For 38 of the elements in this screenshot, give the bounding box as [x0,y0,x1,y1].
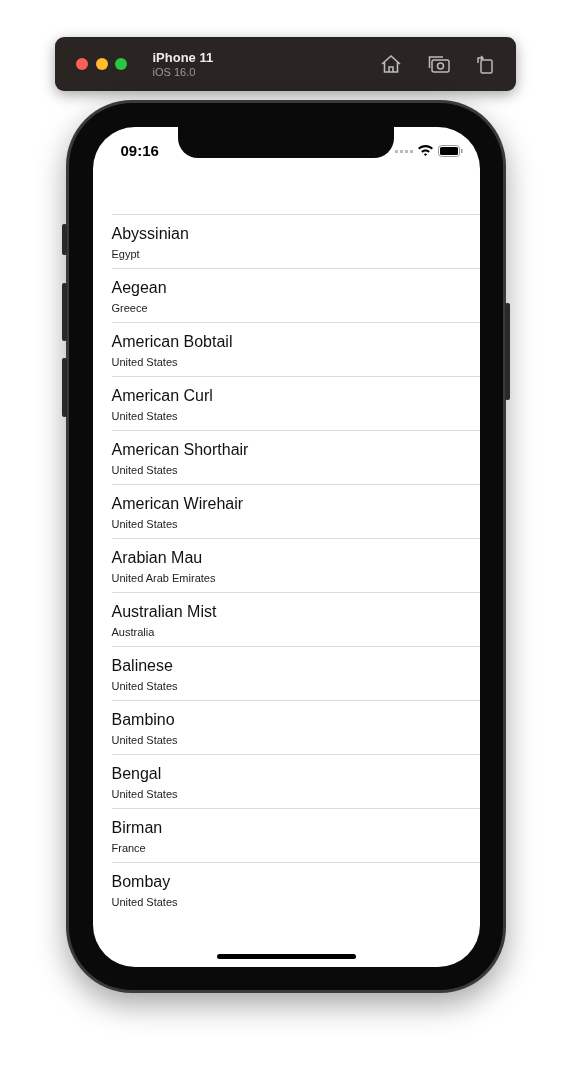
cell-title: Birman [111,817,164,838]
cell-subtitle: United States [111,462,179,477]
cell-title: Abyssinian [111,223,190,244]
cell-subtitle: Egypt [111,246,141,261]
cell-subtitle: Australia [111,624,156,639]
screenshot-icon[interactable] [428,54,450,74]
cell-subtitle: United States [111,678,179,693]
device-name: iPhone 11 [152,50,215,65]
cell-title: Bengal [111,763,163,784]
cell-title: American Curl [111,385,214,406]
cell-subtitle: United States [111,894,179,909]
zoom-button[interactable] [115,58,127,70]
cell-subtitle: United States [111,786,179,801]
signal-icon [394,148,413,153]
os-version: iOS 16.0 [152,66,197,78]
cell-title: Balinese [111,655,174,676]
cell-title: Bombay [111,871,172,892]
cell-title: Australian Mist [111,601,218,622]
cell-subtitle: France [111,840,147,855]
home-icon[interactable] [380,54,402,74]
cell-title: American Shorthair [111,439,250,460]
minimize-button[interactable] [95,58,108,70]
cell-title: Bambino [111,709,176,730]
battery-icon [437,144,463,157]
cell-title: American Bobtail [111,331,234,352]
cell-title: Arabian Mau [111,547,204,568]
cell-title: Aegean [111,277,168,298]
cell-title: American Wirehair [111,493,245,514]
close-button[interactable] [76,58,88,70]
cell-subtitle: United States [111,354,179,369]
cell-subtitle: United States [111,516,179,531]
cell-subtitle: Greece [111,300,149,315]
rotate-icon[interactable] [476,54,494,74]
cell-subtitle: United States [111,408,179,423]
cell-subtitle: United Arab Emirates [111,570,217,585]
cell-subtitle: United States [111,732,179,747]
wifi-icon [417,145,433,156]
status-time: 09:16 [120,141,159,159]
